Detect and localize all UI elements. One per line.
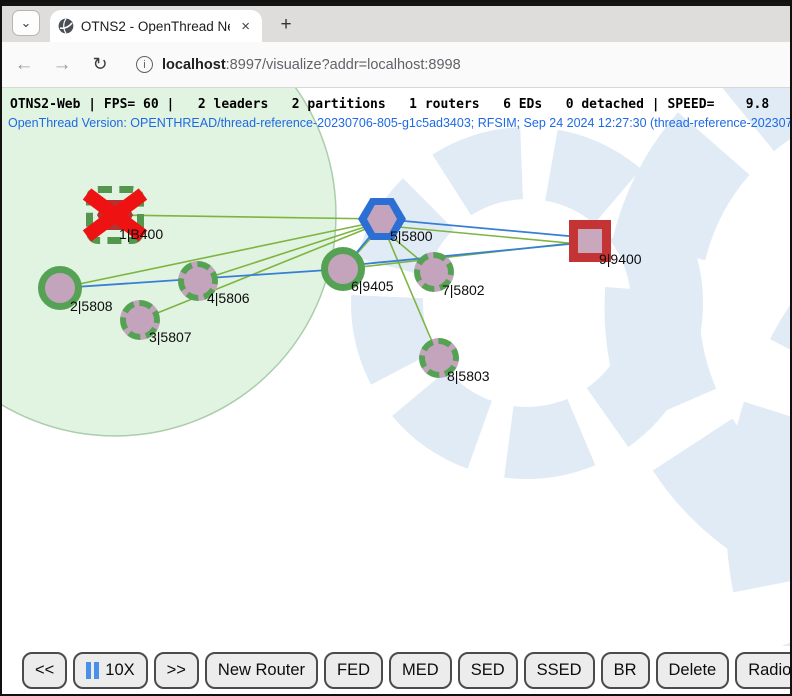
forward-icon[interactable]: → [50,54,74,76]
openthread-version-line: OpenThread Version: OPENTHREAD/thread-re… [8,116,792,130]
sed-button[interactable]: SED [458,652,518,689]
pause-speed-button[interactable]: 10X [73,652,147,689]
reload-icon[interactable]: ↻ [88,54,112,75]
node-4-label: 4|5806 [207,290,250,306]
speed-down-button[interactable]: << [22,652,67,689]
radio-off-button[interactable]: Radio Off [735,652,792,689]
tab-otns2[interactable]: OTNS2 - OpenThread Ne × [50,10,262,42]
otns-visualization-canvas[interactable]: OTNS2-Web | FPS= 60 | 2 leaders 2 partit… [2,88,792,646]
new-router-button[interactable]: New Router [205,652,318,689]
delete-button[interactable]: Delete [656,652,730,689]
fed-button[interactable]: FED [324,652,383,689]
new-tab-button[interactable]: + [272,11,300,39]
node-7-label: 7|5802 [442,282,485,298]
url-path: :8997/visualize?addr=localhost:8998 [226,57,461,73]
url-text[interactable]: localhost:8997/visualize?addr=localhost:… [162,57,461,73]
globe-favicon-icon [58,18,74,34]
node-9-label: 9|9400 [599,251,642,267]
node-1-label: 1|B400 [119,226,163,242]
tab-title: OTNS2 - OpenThread Ne [81,19,230,34]
url-host: localhost [162,57,226,73]
canvas-underlay [2,88,792,646]
speed-up-button[interactable]: >> [154,652,199,689]
node-5-label: 5|5800 [390,228,433,244]
med-button[interactable]: MED [389,652,452,689]
node-2-label: 2|5808 [70,298,113,314]
browser-window: ⌄ OTNS2 - OpenThread Ne × + ← → ↻ i loca… [0,0,792,696]
browser-navbar: ← → ↻ i localhost:8997/visualize?addr=lo… [2,42,790,88]
simulation-status-line: OTNS2-Web | FPS= 60 | 2 leaders 2 partit… [10,97,769,112]
tab-bar: ⌄ OTNS2 - OpenThread Ne × + [2,6,790,42]
tab-list-chevron-button[interactable]: ⌄ [12,10,40,36]
simulation-toolbar: << 10X >> New Router FED MED SED SSED BR… [2,646,790,694]
back-icon[interactable]: ← [12,54,36,76]
node-3-label: 3|5807 [149,329,192,345]
address-bar[interactable]: i localhost:8997/visualize?addr=localhos… [126,48,780,82]
ssed-button[interactable]: SSED [524,652,595,689]
site-info-icon[interactable]: i [136,56,153,73]
node-8-label: 8|5803 [447,368,490,384]
pause-icon [86,662,99,679]
speed-label: 10X [105,661,134,680]
node-6-label: 6|9405 [351,278,394,294]
chevron-down-icon: ⌄ [21,15,32,31]
background-watermark [351,88,792,646]
tab-close-icon[interactable]: × [237,17,254,36]
br-button[interactable]: BR [601,652,650,689]
